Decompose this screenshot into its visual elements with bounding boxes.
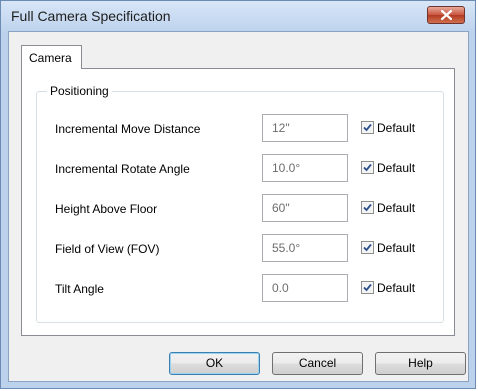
- height-above-floor-default-checkbox[interactable]: [361, 201, 374, 214]
- close-icon: [441, 10, 452, 20]
- cancel-button[interactable]: Cancel: [272, 352, 363, 375]
- height-above-floor-default-label[interactable]: Default: [377, 201, 415, 215]
- positioning-group-label: Positioning: [47, 84, 112, 98]
- height-above-floor-input[interactable]: [262, 194, 348, 222]
- field-of-view-label: Field of View (FOV): [55, 242, 160, 256]
- ok-button[interactable]: OK: [169, 352, 260, 375]
- checkmark-icon: [363, 283, 372, 292]
- dialog-window: Full Camera Specification Camera Positio…: [0, 0, 476, 389]
- camera-tab-panel: Positioning Incremental Move Distance De…: [21, 68, 455, 336]
- positioning-group: Positioning Incremental Move Distance De…: [36, 84, 444, 323]
- field-of-view-default-checkbox[interactable]: [361, 241, 374, 254]
- title-bar[interactable]: Full Camera Specification: [1, 1, 475, 31]
- tilt-angle-input[interactable]: [262, 274, 348, 302]
- move-distance-label: Incremental Move Distance: [55, 122, 201, 136]
- rotate-angle-default-label[interactable]: Default: [377, 161, 415, 175]
- close-button[interactable]: [427, 6, 465, 24]
- rotate-angle-label: Incremental Rotate Angle: [55, 162, 190, 176]
- checkmark-icon: [363, 243, 372, 252]
- rotate-angle-input[interactable]: [262, 154, 348, 182]
- tilt-angle-label: Tilt Angle: [55, 282, 104, 296]
- rotate-angle-row: Incremental Rotate Angle Default: [37, 154, 443, 184]
- help-button[interactable]: Help: [375, 352, 466, 375]
- field-of-view-default-label[interactable]: Default: [377, 241, 415, 255]
- height-above-floor-label: Height Above Floor: [55, 202, 158, 216]
- checkmark-icon: [363, 163, 372, 172]
- tilt-angle-default-checkbox[interactable]: [361, 281, 374, 294]
- checkmark-icon: [363, 123, 372, 132]
- tilt-angle-row: Tilt Angle Default: [37, 274, 443, 304]
- tab-camera-label: Camera: [29, 51, 72, 65]
- rotate-angle-default-checkbox[interactable]: [361, 161, 374, 174]
- field-of-view-input[interactable]: [262, 234, 348, 262]
- tilt-angle-default-label[interactable]: Default: [377, 281, 415, 295]
- move-distance-default-label[interactable]: Default: [377, 121, 415, 135]
- tab-camera[interactable]: Camera: [21, 45, 82, 69]
- height-above-floor-row: Height Above Floor Default: [37, 194, 443, 224]
- dialog-client-area: Camera Positioning Incremental Move Dist…: [8, 31, 469, 382]
- move-distance-row: Incremental Move Distance Default: [37, 114, 443, 144]
- move-distance-input[interactable]: [262, 114, 348, 142]
- checkmark-icon: [363, 203, 372, 212]
- move-distance-default-checkbox[interactable]: [361, 121, 374, 134]
- window-title: Full Camera Specification: [11, 8, 171, 24]
- field-of-view-row: Field of View (FOV) Default: [37, 234, 443, 264]
